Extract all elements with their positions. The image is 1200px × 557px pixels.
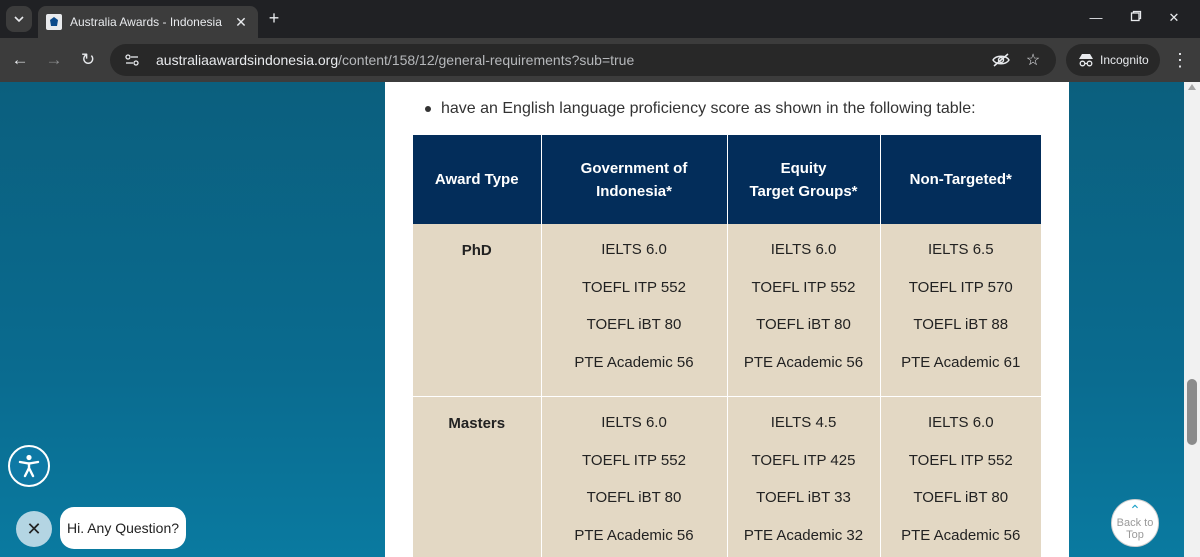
score: PTE Academic 56 bbox=[574, 353, 694, 371]
score: PTE Academic 32 bbox=[743, 526, 864, 544]
chat-prompt-text: Hi. Any Question? bbox=[66, 520, 180, 536]
accessibility-icon bbox=[18, 454, 40, 478]
minimize-icon[interactable]: — bbox=[1086, 8, 1106, 28]
tab-title: Australia Awards - Indonesia bbox=[70, 15, 222, 29]
incognito-label: Incognito bbox=[1100, 53, 1149, 67]
government-scores: IELTS 6.0 TOEFL ITP 552 TOEFL iBT 80 PTE… bbox=[541, 396, 728, 557]
score: TOEFL ITP 552 bbox=[582, 451, 686, 469]
incognito-badge[interactable]: Incognito bbox=[1066, 44, 1160, 76]
bullet-text: have an English language proficiency sco… bbox=[441, 100, 976, 117]
score: IELTS 6.0 bbox=[601, 414, 667, 431]
table-row-phd: PhD IELTS 6.0 TOEFL ITP 552 TOEFL iBT 80… bbox=[413, 224, 1041, 397]
chevron-down-icon bbox=[14, 16, 24, 23]
site-info-icon[interactable] bbox=[122, 50, 142, 70]
url-text: australiaawardsindonesia.org/content/158… bbox=[156, 52, 980, 68]
score: TOEFL iBT 33 bbox=[756, 489, 851, 506]
active-tab[interactable]: Australia Awards - Indonesia ✕ bbox=[38, 6, 258, 38]
score: TOEFL ITP 570 bbox=[908, 278, 1013, 296]
bookmark-star-icon[interactable]: ☆ bbox=[1022, 49, 1044, 71]
score: TOEFL iBT 80 bbox=[913, 489, 1009, 506]
header-equity: Equity Target Groups* bbox=[727, 135, 881, 224]
equity-scores: IELTS 4.5 TOEFL ITP 425 TOEFL iBT 33 PTE… bbox=[727, 396, 881, 557]
content-panel: have an English language proficiency sco… bbox=[385, 82, 1069, 557]
new-tab-button[interactable]: + bbox=[264, 8, 284, 28]
accessibility-button[interactable] bbox=[8, 445, 50, 487]
score: TOEFL iBT 80 bbox=[756, 316, 851, 333]
award-cell: Masters bbox=[413, 396, 542, 557]
chat-prompt-bubble[interactable]: Hi. Any Question? bbox=[60, 507, 186, 549]
site-favicon-icon bbox=[46, 14, 62, 30]
back-to-top-label-line1: Back to bbox=[1116, 517, 1154, 529]
header-government: Government of Indonesia* bbox=[541, 135, 728, 224]
requirement-bullet: have an English language proficiency sco… bbox=[425, 100, 976, 118]
restore-icon[interactable] bbox=[1126, 8, 1146, 28]
government-scores: IELTS 6.0 TOEFL ITP 552 TOEFL iBT 80 PTE… bbox=[541, 224, 728, 397]
score: PTE Academic 61 bbox=[901, 353, 1021, 371]
chat-close-button[interactable]: ✕ bbox=[16, 511, 52, 547]
header-award-type: Award Type bbox=[413, 135, 542, 224]
more-menu-icon[interactable]: ⋮ bbox=[1170, 48, 1190, 72]
score: TOEFL iBT 88 bbox=[913, 316, 1009, 333]
score: IELTS 6.0 bbox=[601, 241, 667, 258]
score: IELTS 6.5 bbox=[927, 241, 994, 258]
score: TOEFL ITP 552 bbox=[751, 278, 856, 296]
table-header-row: Award Type Government of Indonesia* Equit… bbox=[413, 135, 1041, 224]
award-cell: PhD bbox=[413, 224, 542, 397]
score: TOEFL iBT 80 bbox=[586, 489, 682, 506]
non-targeted-scores: IELTS 6.5 TOEFL ITP 570 TOEFL iBT 88 PTE… bbox=[880, 224, 1041, 397]
url-path: /content/158/12/general-requirements?sub… bbox=[338, 52, 635, 68]
score: PTE Academic 56 bbox=[743, 353, 864, 371]
eye-off-icon[interactable] bbox=[990, 49, 1012, 71]
forward-arrow-icon[interactable]: → bbox=[42, 48, 66, 72]
score: IELTS 6.0 bbox=[770, 241, 837, 258]
score: TOEFL ITP 425 bbox=[751, 451, 856, 469]
incognito-icon bbox=[1079, 54, 1093, 67]
score: TOEFL iBT 80 bbox=[586, 316, 682, 333]
score: PTE Academic 56 bbox=[574, 526, 694, 544]
score: TOEFL ITP 552 bbox=[908, 451, 1013, 469]
address-bar[interactable]: australiaawardsindonesia.org/content/158… bbox=[110, 44, 1056, 76]
score: IELTS 6.0 bbox=[927, 414, 994, 431]
tab-search-button[interactable] bbox=[6, 6, 32, 32]
equity-scores: IELTS 6.0 TOEFL ITP 552 TOEFL iBT 80 PTE… bbox=[727, 224, 881, 397]
tab-bar: Australia Awards - Indonesia ✕ + — ✕ bbox=[0, 0, 1200, 38]
browser-toolbar: ← → ↻ australiaawardsindonesia.org/conte… bbox=[0, 38, 1200, 82]
back-arrow-icon[interactable]: ← bbox=[8, 48, 32, 72]
score: IELTS 4.5 bbox=[770, 414, 837, 431]
scroll-up-arrow-icon[interactable] bbox=[1188, 84, 1196, 90]
table-row-masters: Masters IELTS 6.0 TOEFL ITP 552 TOEFL iB… bbox=[413, 396, 1041, 557]
header-non-targeted: Non-Targeted* bbox=[880, 135, 1041, 224]
score: PTE Academic 56 bbox=[901, 526, 1021, 544]
score: TOEFL ITP 552 bbox=[582, 278, 686, 296]
back-to-top-label-line2: Top bbox=[1126, 529, 1144, 541]
page-scrollbar[interactable] bbox=[1184, 82, 1200, 557]
close-icon: ✕ bbox=[26, 518, 42, 539]
non-targeted-scores: IELTS 6.0 TOEFL ITP 552 TOEFL iBT 80 PTE… bbox=[880, 396, 1041, 557]
scrollbar-thumb[interactable] bbox=[1187, 379, 1197, 445]
reload-icon[interactable]: ↻ bbox=[76, 48, 100, 72]
english-requirements-table: Award Type Government of Indonesia* Equit… bbox=[413, 135, 1041, 557]
page-viewport: have an English language proficiency sco… bbox=[0, 82, 1184, 557]
chevron-up-icon: ⌃ bbox=[1129, 502, 1141, 518]
bullet-dot bbox=[425, 106, 431, 112]
close-window-icon[interactable]: ✕ bbox=[1164, 8, 1184, 28]
back-to-top-button[interactable]: ⌃ Back to Top bbox=[1111, 499, 1159, 547]
url-host: australiaawardsindonesia.org bbox=[156, 52, 339, 68]
tab-close-icon[interactable]: ✕ bbox=[232, 14, 250, 31]
